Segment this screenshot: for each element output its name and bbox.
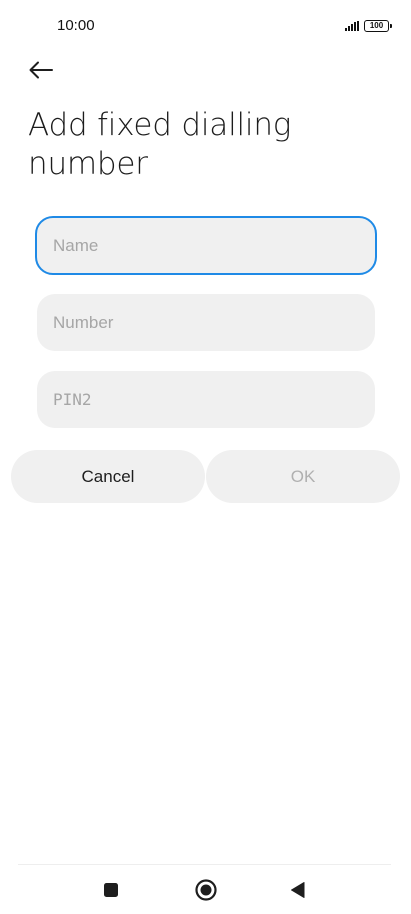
- page-title: Add fixed dialling number: [28, 107, 292, 182]
- battery-icon: 100: [364, 20, 392, 32]
- square-icon: [104, 883, 118, 897]
- name-input[interactable]: [35, 216, 377, 275]
- home-button[interactable]: [192, 876, 220, 904]
- signal-icon: [345, 21, 359, 31]
- number-input[interactable]: [37, 294, 375, 351]
- back-button[interactable]: [24, 54, 58, 86]
- nav-divider: [18, 864, 391, 865]
- cancel-button[interactable]: Cancel: [11, 450, 205, 503]
- triangle-back-icon: [291, 882, 305, 898]
- status-icons: 100: [345, 19, 392, 33]
- add-fdn-screen: 10:00 100 Add fixed dialling number Canc…: [0, 0, 411, 914]
- circle-icon: [195, 879, 217, 901]
- battery-level: 100: [369, 21, 384, 30]
- status-time: 10:00: [57, 17, 95, 34]
- nav-back-button[interactable]: [284, 876, 312, 904]
- pin2-input[interactable]: [37, 371, 375, 428]
- status-bar: 10:00 100: [0, 0, 411, 50]
- arrow-left-icon: [29, 61, 53, 79]
- ok-button[interactable]: OK: [206, 450, 400, 503]
- recents-button[interactable]: [97, 876, 125, 904]
